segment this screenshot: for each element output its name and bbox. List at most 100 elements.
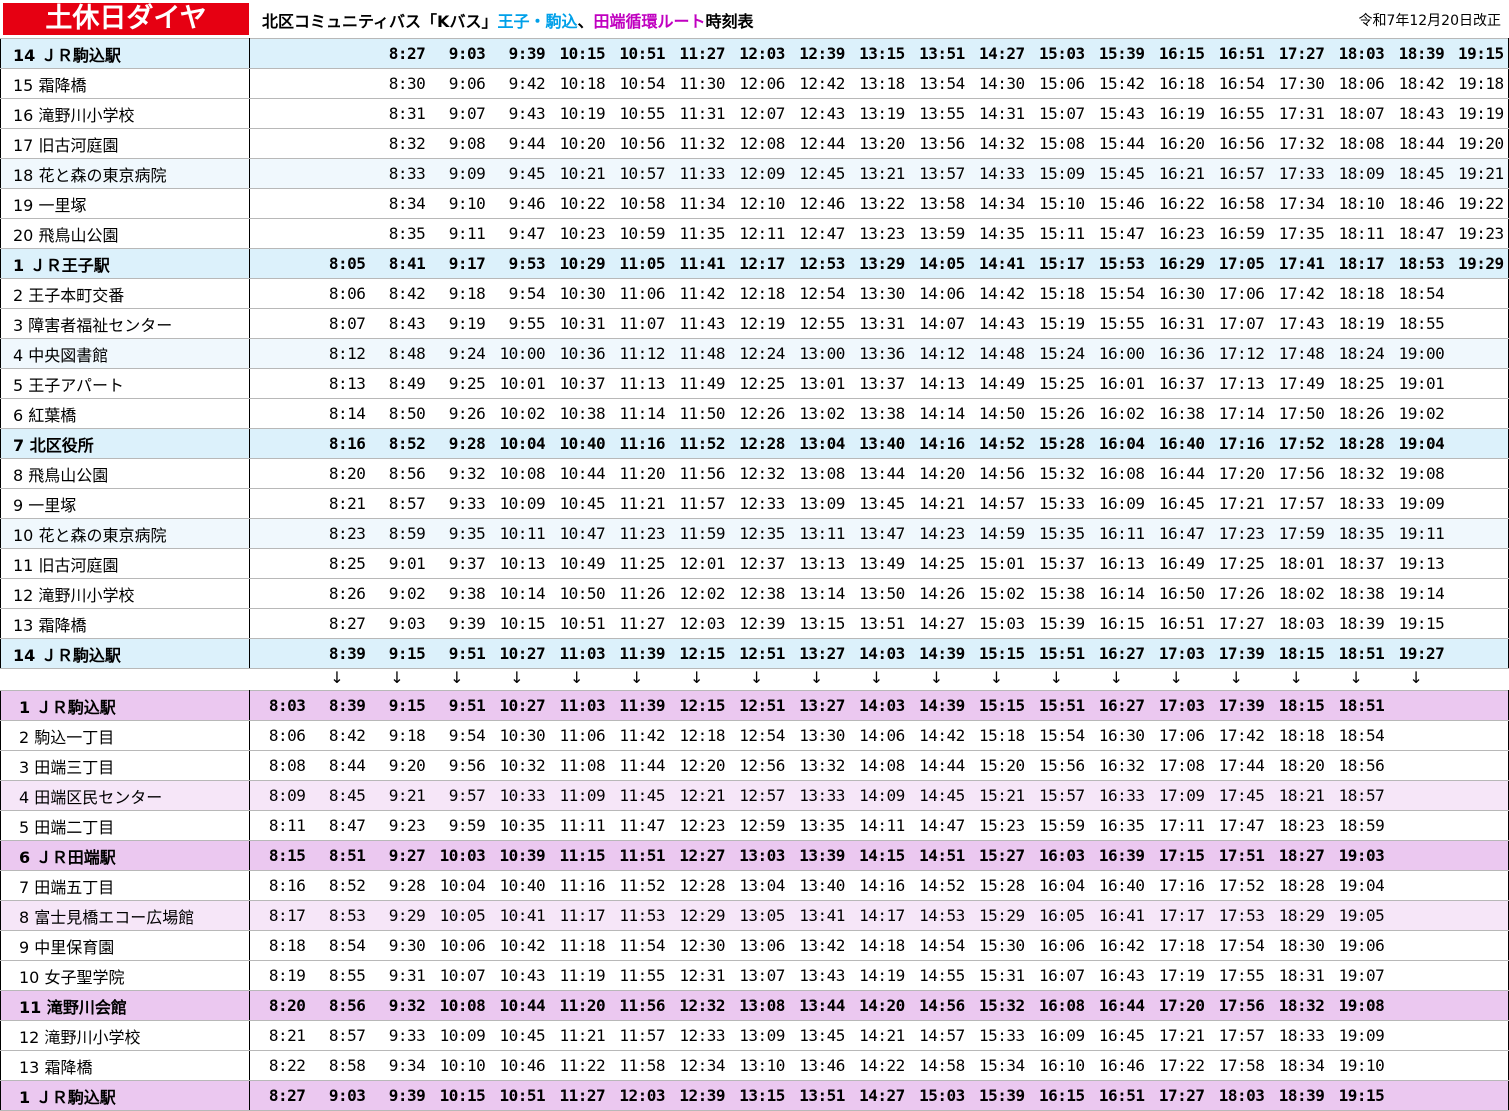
departure-time: 15:25 — [1028, 368, 1089, 399]
departure-time: 16:42 — [1088, 930, 1149, 961]
departure-time: 15:27 — [968, 840, 1029, 871]
departure-time: 8:25 — [309, 548, 370, 579]
departure-time — [1388, 810, 1449, 841]
departure-time: 17:20 — [1208, 458, 1269, 489]
departure-time: 16:35 — [1088, 810, 1149, 841]
departure-time: 14:26 — [908, 578, 969, 609]
departure-time: 18:15 — [1268, 690, 1329, 721]
departure-time: 17:22 — [1148, 1050, 1209, 1081]
departure-time: 16:37 — [1148, 368, 1209, 399]
down-arrow-icon: ↓ — [929, 668, 944, 687]
departure-time: 15:21 — [968, 780, 1029, 811]
departure-time — [1448, 458, 1509, 489]
departure-time — [1448, 1020, 1509, 1051]
departure-time: 18:59 — [1328, 810, 1389, 841]
departure-time: 16:19 — [1148, 98, 1209, 129]
departure-time: 9:08 — [429, 128, 490, 159]
departure-time: 18:20 — [1268, 750, 1329, 781]
timetable-row: 18 花と森の東京病院 8:33 9:09 9:45 10:21 10:57 11:33 12… — [0, 158, 1509, 189]
departure-time: 9:28 — [429, 428, 490, 459]
departure-time: 8:27 — [249, 1080, 310, 1111]
stop-name: 11 旧古河庭園 — [0, 548, 250, 579]
departure-time: 10:00 — [489, 338, 550, 369]
departure-time: 11:19 — [549, 960, 610, 991]
departure-time: 14:33 — [968, 158, 1029, 189]
stop-name: 15 霜降橋 — [0, 68, 250, 99]
departure-time: 15:02 — [968, 578, 1029, 609]
departure-time: 14:57 — [968, 488, 1029, 519]
down-arrow-icon: ↓ — [1349, 668, 1363, 687]
departure-time: 12:11 — [729, 218, 789, 249]
stop-name: 10 女子聖学院 — [0, 960, 250, 991]
departure-time: 11:12 — [609, 338, 670, 369]
stop-name: 10 花と森の東京病院 — [0, 518, 250, 549]
departure-time: 11:51 — [609, 840, 670, 871]
departure-time: 8:34 — [369, 188, 430, 219]
departure-time: 15:39 — [1088, 38, 1149, 69]
departure-time: 17:05 — [1208, 248, 1269, 279]
stop-name: 7 田端五丁目 — [0, 870, 250, 901]
departure-time: 14:56 — [908, 990, 969, 1021]
departure-time: 17:14 — [1208, 398, 1269, 429]
oji-komagome-timetable: 14 ＪＲ駒込駅 8:27 9:03 9:39 10:15 10:51 11:27 12:03… — [0, 38, 1509, 669]
departure-time — [249, 248, 310, 279]
departure-time — [249, 338, 310, 369]
departure-time: 15:39 — [1028, 608, 1089, 639]
departure-time: 18:39 — [1328, 608, 1389, 639]
departure-time: 12:03 — [669, 608, 729, 639]
departure-time — [1448, 278, 1509, 309]
departure-time: 18:07 — [1328, 98, 1389, 129]
departure-time: 10:08 — [429, 990, 490, 1021]
departure-time: 17:49 — [1268, 368, 1329, 399]
departure-time: 16:31 — [1148, 308, 1209, 339]
departure-time: 16:32 — [1088, 750, 1149, 781]
departure-time — [1448, 638, 1509, 669]
stop-name: 7 北区役所 — [0, 428, 250, 459]
departure-time: 9:56 — [429, 750, 490, 781]
departure-time: 17:16 — [1148, 870, 1209, 901]
departure-time: 10:15 — [549, 38, 610, 69]
departure-time: 10:20 — [549, 128, 610, 159]
departure-time: 10:08 — [489, 458, 550, 489]
departure-time: 15:26 — [1028, 398, 1089, 429]
departure-time: 8:08 — [249, 750, 310, 781]
departure-time: 9:24 — [429, 338, 490, 369]
departure-time: 15:55 — [1088, 308, 1149, 339]
departure-time: 13:45 — [788, 1020, 849, 1051]
departure-time: 14:20 — [848, 990, 909, 1021]
departure-time: 12:31 — [669, 960, 729, 991]
departure-time: 16:51 — [1208, 38, 1269, 69]
departure-time: 15:47 — [1088, 218, 1149, 249]
departure-time: 17:32 — [1268, 128, 1329, 159]
departure-time: 14:07 — [908, 308, 969, 339]
departure-time: 11:53 — [609, 900, 670, 931]
down-arrow-icon: ↓ — [1229, 668, 1243, 687]
departure-time: 17:06 — [1148, 720, 1209, 751]
departure-time: 13:45 — [848, 488, 909, 519]
departure-time: 9:51 — [429, 690, 490, 721]
departure-time: 13:51 — [848, 608, 909, 639]
down-arrow-icon: ↓ — [570, 668, 584, 687]
departure-time: 17:27 — [1208, 608, 1269, 639]
departure-time: 11:48 — [669, 338, 729, 369]
departure-time: 16:47 — [1148, 518, 1209, 549]
departure-time: 8:51 — [309, 840, 370, 871]
departure-time: 17:42 — [1268, 278, 1329, 309]
departure-time — [1448, 840, 1509, 871]
title-suffix: 時刻表 — [705, 12, 754, 31]
departure-time: 9:59 — [429, 810, 490, 841]
timetable-row: 6 ＪＲ田端駅 8:15 8:51 9:27 10:03 10:39 11:15 11:51 1… — [0, 840, 1509, 871]
departure-time: 19:29 — [1448, 248, 1509, 279]
departure-time: 15:01 — [968, 548, 1029, 579]
departure-time: 14:56 — [968, 458, 1029, 489]
departure-time: 17:26 — [1208, 578, 1269, 609]
departure-time: 12:15 — [669, 638, 729, 669]
stop-name: 14 ＪＲ駒込駅 — [0, 38, 250, 69]
departure-time: 13:56 — [908, 128, 969, 159]
departure-time: 17:27 — [1268, 38, 1329, 69]
departure-time: 11:50 — [669, 398, 729, 429]
departure-time — [249, 638, 310, 669]
departure-time — [249, 458, 310, 489]
departure-time — [309, 128, 370, 159]
stop-name: 9 中里保育園 — [0, 930, 250, 961]
